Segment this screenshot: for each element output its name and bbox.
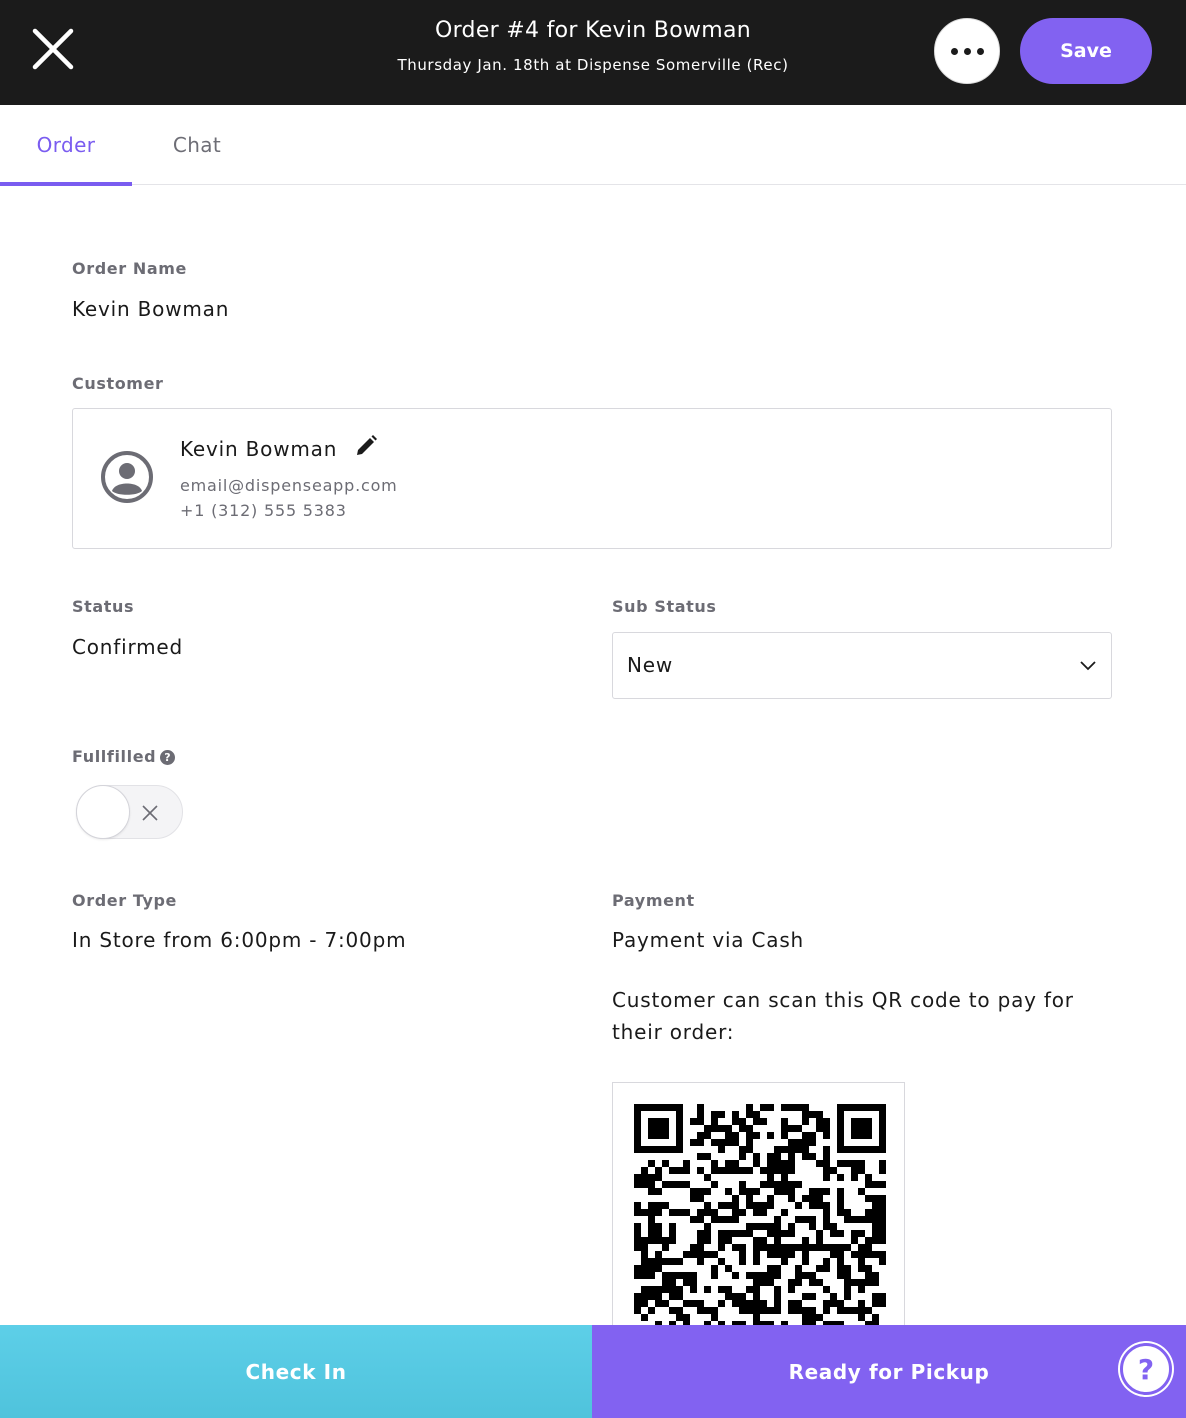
check-in-button[interactable]: Check In [0, 1325, 592, 1418]
more-horizontal-icon [950, 47, 958, 55]
customer-name: Kevin Bowman [180, 437, 338, 461]
sub-status-select[interactable]: New [612, 632, 1112, 699]
more-options-button[interactable] [934, 18, 1000, 84]
pencil-icon[interactable] [353, 433, 379, 459]
qr-code-image [634, 1104, 886, 1341]
tab-bar: Order Chat [0, 105, 1186, 186]
chevron-down-icon [1080, 661, 1096, 671]
fulfilled-label-row: Fullfilled? [72, 747, 176, 766]
save-button[interactable]: Save [1020, 18, 1152, 84]
qr-instructions: Customer can scan this QR code to pay fo… [612, 988, 1074, 1044]
customer-email: email@dispenseapp.com [180, 476, 398, 495]
toggle-knob [76, 785, 130, 839]
fulfilled-label: Fullfilled [72, 747, 157, 766]
question-circle-icon[interactable]: ? [160, 750, 176, 765]
top-header: Order #4 for Kevin Bowman Thursday Jan. … [0, 0, 1186, 105]
qr-modules [634, 1104, 886, 1341]
tab-chat[interactable]: Chat [132, 105, 262, 184]
customer-card: Kevin Bowman email@dispenseapp.com +1 (3… [72, 408, 1112, 549]
page-subtitle: Thursday Jan. 18th at Dispense Somervill… [397, 56, 789, 74]
order-type-label: Order Type [72, 891, 178, 910]
order-name-value: Kevin Bowman [72, 297, 230, 321]
payment-value: Payment via Cash [612, 928, 805, 952]
user-avatar-icon [101, 451, 153, 503]
payment-label: Payment [612, 891, 695, 910]
fulfilled-toggle[interactable] [76, 785, 183, 839]
sub-status-label: Sub Status [612, 597, 717, 616]
ready-for-pickup-button[interactable]: Ready for Pickup [592, 1325, 1186, 1418]
customer-phone: +1 (312) 555 5383 [180, 501, 347, 520]
bottom-action-bar: Check In Ready for Pickup [0, 1325, 1186, 1418]
status-label: Status [72, 597, 135, 616]
x-icon [142, 805, 158, 821]
page-title: Order #4 for Kevin Bowman [434, 18, 751, 43]
sub-status-value: New [627, 653, 674, 677]
tab-order[interactable]: Order [0, 105, 132, 186]
order-name-label: Order Name [72, 259, 187, 278]
status-value: Confirmed [72, 635, 184, 659]
order-type-value: In Store from 6:00pm - 7:00pm [72, 928, 407, 952]
customer-label: Customer [72, 374, 164, 393]
payment-qr-code [612, 1082, 905, 1342]
help-button[interactable]: ? [1120, 1343, 1172, 1395]
